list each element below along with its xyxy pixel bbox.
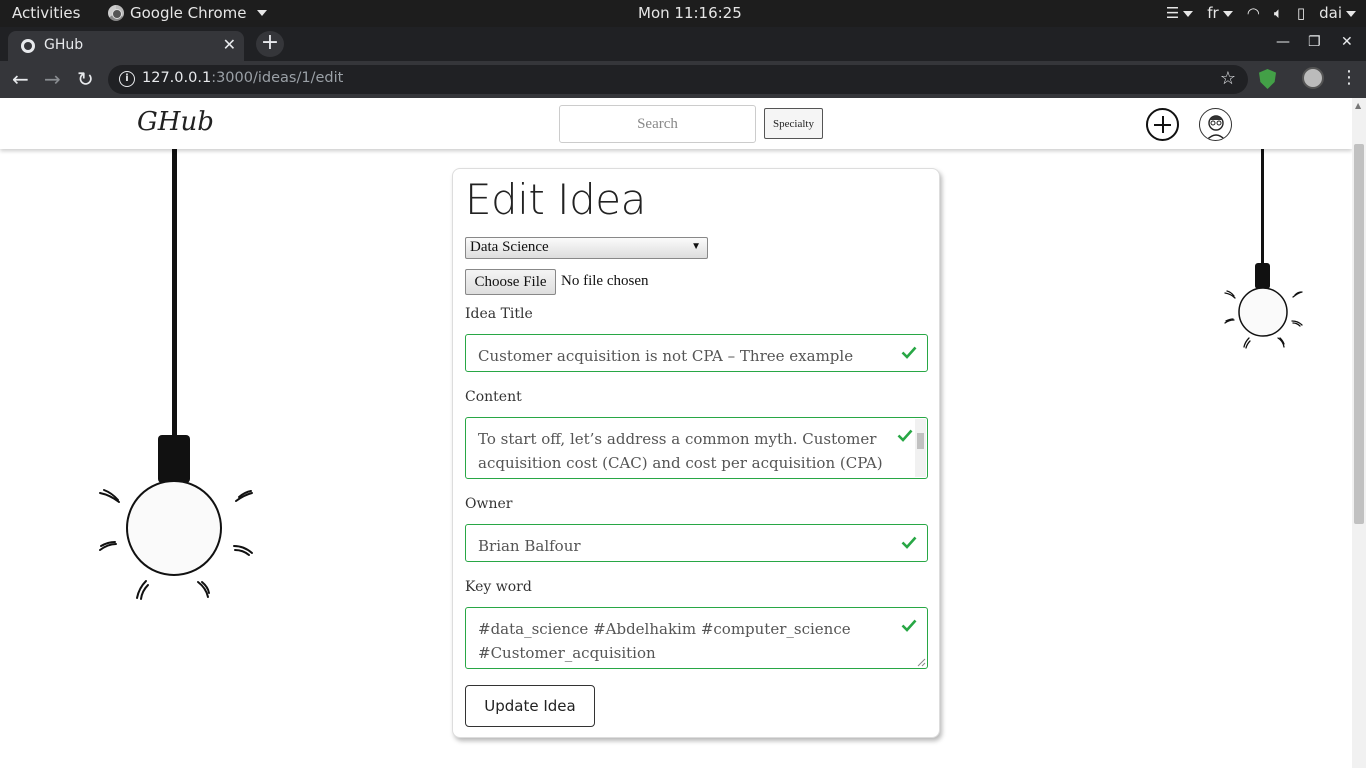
idea-title-label: Idea Title <box>465 306 533 322</box>
system-tray[interactable]: ☰ fr ◠ 🔈︎ ▯ dai <box>1166 4 1356 22</box>
valid-check-icon <box>897 429 913 442</box>
textarea-scrollbar[interactable] <box>915 419 926 477</box>
choose-file-button[interactable]: Choose File <box>465 269 556 295</box>
content-textarea[interactable]: To start off, let’s address a common myt… <box>465 417 928 479</box>
keyword-label: Key word <box>465 579 532 595</box>
idea-title-input[interactable]: Customer acquisition is not CPA – Three … <box>465 334 928 372</box>
reload-icon[interactable]: ↻ <box>77 67 94 91</box>
hanging-bulb-left-icon <box>99 148 253 600</box>
specialty-select[interactable]: Data Science ▼ <box>465 237 708 259</box>
back-arrow-icon[interactable]: ← <box>12 67 29 91</box>
wifi-icon: ◠ <box>1246 4 1260 22</box>
caret-down-icon <box>256 10 267 16</box>
owner-input[interactable]: Brian Balfour <box>465 524 928 562</box>
globe-icon <box>21 39 35 53</box>
window-close-icon[interactable]: ✕ <box>1341 34 1353 50</box>
valid-check-icon <box>901 536 917 549</box>
browser-profile-avatar[interactable] <box>1302 67 1324 89</box>
valid-check-icon <box>901 619 917 632</box>
owner-value: Brian Balfour <box>478 537 581 555</box>
info-icon[interactable]: i <box>119 71 135 87</box>
page-title: Edit Idea <box>465 175 646 224</box>
scrollbar-thumb[interactable] <box>1354 144 1364 524</box>
hanging-bulb-right-icon <box>1224 148 1303 349</box>
app-menu-label: Google Chrome <box>130 4 247 22</box>
browser-tab[interactable]: GHub ✕ <box>8 31 244 61</box>
tab-strip: GHub ✕ + — ❐ ✕ <box>0 27 1366 61</box>
battery-icon: ▯ <box>1296 4 1306 22</box>
close-tab-icon[interactable]: ✕ <box>223 35 236 54</box>
more-menu-icon[interactable]: ⋮ <box>1340 67 1358 88</box>
add-idea-icon[interactable] <box>1146 108 1179 141</box>
tab-title: GHub <box>44 37 84 53</box>
activities-button[interactable]: Activities <box>12 4 80 22</box>
system-top-bar: Activities Google Chrome Mon 11:16:25 ☰ … <box>0 0 1366 27</box>
content-value: To start off, let’s address a common myt… <box>478 430 883 472</box>
bookmark-star-icon[interactable]: ☆ <box>1220 68 1236 89</box>
specialty-select-value: Data Science <box>470 239 549 255</box>
avatar[interactable] <box>1199 108 1232 141</box>
resize-handle-icon[interactable] <box>916 657 926 667</box>
owner-label: Owner <box>465 496 513 512</box>
address-bar[interactable]: i 127.0.0.1:3000/ideas/1/edit ☆ <box>108 65 1248 94</box>
keyword-textarea[interactable]: #data_science #Abdelhakim #computer_scie… <box>465 607 928 669</box>
page-viewport: GHub Specialty <box>0 98 1352 768</box>
chrome-icon <box>108 5 124 21</box>
clock[interactable]: Mon 11:16:25 <box>638 4 742 22</box>
minimize-icon[interactable]: — <box>1276 34 1290 50</box>
update-idea-button[interactable]: Update Idea <box>465 685 595 727</box>
valid-check-icon <box>901 346 917 359</box>
volume-icon: 🔈︎ <box>1273 4 1283 22</box>
url-text: 127.0.0.1:3000/ideas/1/edit <box>142 70 344 86</box>
shield-extension-icon[interactable] <box>1259 69 1276 89</box>
keyboard-layout[interactable]: fr <box>1207 4 1233 22</box>
chevron-down-icon: ▼ <box>691 241 701 252</box>
site-navbar: GHub Specialty <box>0 98 1352 149</box>
app-menu[interactable]: Google Chrome <box>108 4 267 22</box>
site-logo[interactable]: GHub <box>137 107 214 137</box>
keyword-value: #data_science #Abdelhakim #computer_scie… <box>478 620 851 662</box>
user-menu[interactable]: dai <box>1319 4 1356 22</box>
restore-icon[interactable]: ❐ <box>1308 34 1321 50</box>
search-input[interactable] <box>559 105 756 143</box>
edit-idea-card: Edit Idea Data Science ▼ Choose File No … <box>452 168 940 738</box>
forward-arrow-icon[interactable]: → <box>44 67 61 91</box>
new-tab-button[interactable]: + <box>256 31 284 57</box>
menu-icon[interactable]: ☰ <box>1166 4 1194 22</box>
idea-title-value: Customer acquisition is not CPA – Three … <box>478 347 854 365</box>
file-status: No file chosen <box>561 273 649 289</box>
page-scrollbar[interactable]: ▲ <box>1352 98 1366 768</box>
specialty-button[interactable]: Specialty <box>764 108 823 139</box>
scroll-up-icon[interactable]: ▲ <box>1355 101 1361 110</box>
content-label: Content <box>465 389 522 405</box>
browser-toolbar: ← → ↻ i 127.0.0.1:3000/ideas/1/edit ☆ ⋮ <box>0 61 1366 98</box>
